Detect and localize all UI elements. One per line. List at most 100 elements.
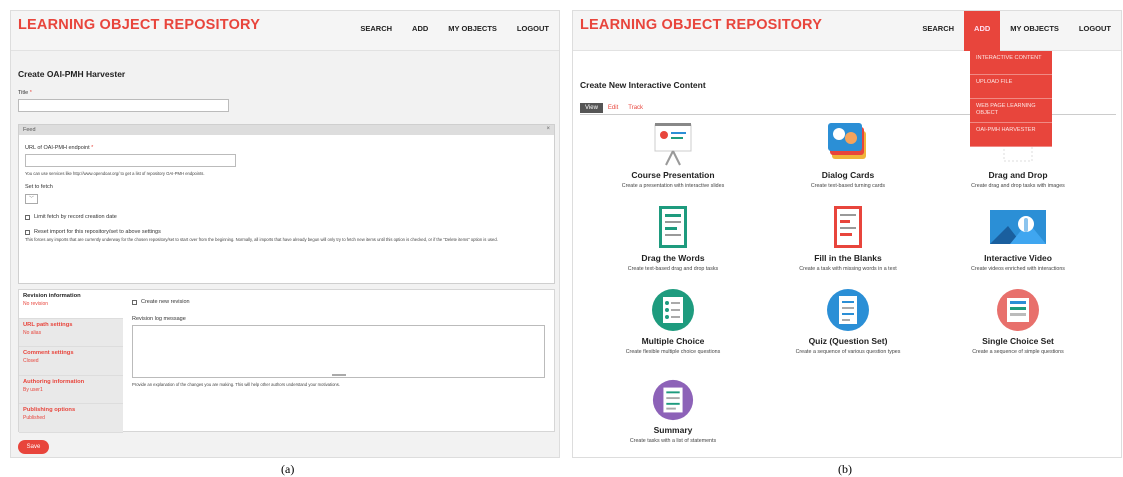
nav-my-objects[interactable]: MY OBJECTS [438, 11, 507, 51]
page-title: Create OAI-PMH Harvester [18, 69, 126, 79]
card-desc: Create drag and drop tasks with images [971, 183, 1065, 189]
card-name: Dialog Cards [821, 170, 875, 180]
fill-in-blanks-icon [834, 206, 862, 248]
menu-item-interactive-content[interactable]: INTERACTIVE CONTENT [970, 51, 1052, 75]
vertical-tabs-container: Revision information No revision URL pat… [18, 289, 555, 433]
menu-item-upload-file[interactable]: UPLOAD FILE [970, 75, 1052, 99]
create-revision-label: Create new revision [141, 299, 190, 305]
save-button[interactable]: Save [18, 440, 49, 454]
vtab-summary: Published [23, 415, 45, 421]
url-help: You can use services like http://www.ope… [25, 171, 205, 176]
nav-logout[interactable]: LOGOUT [507, 11, 559, 51]
menu-item-web-page-learning-object[interactable]: WEB PAGE LEARNING OBJECT [970, 99, 1052, 123]
nav-add[interactable]: ADD [402, 11, 438, 51]
card-name: Drag and Drop [988, 170, 1048, 180]
nav-my-objects[interactable]: MY OBJECTS [1000, 11, 1069, 51]
required-mark: * [91, 145, 94, 151]
card-desc: Create a task with missing words in a te… [799, 266, 897, 272]
caption-a: (a) [281, 462, 295, 476]
vtab-authoring-information[interactable]: Authoring information By user1 [19, 376, 123, 404]
content-type-card[interactable]: Interactive Video Create videos enriched… [928, 204, 1108, 272]
single-choice-set-icon [997, 289, 1039, 331]
page-title: Create New Interactive Content [580, 80, 706, 90]
resize-grip-icon[interactable] [332, 374, 346, 376]
main-nav: SEARCH ADD MY OBJECTS LOGOUT [350, 11, 559, 51]
tab-edit[interactable]: Edit [603, 103, 623, 113]
tab-view[interactable]: View [580, 103, 603, 113]
content-type-card[interactable]: Course Presentation Create a presentatio… [583, 121, 763, 189]
feed-header[interactable]: Feed × [19, 125, 554, 135]
set-label: Set to fetch [25, 184, 53, 190]
card-name: Interactive Video [984, 253, 1052, 263]
card-desc: Create text-based turning cards [810, 183, 886, 189]
vtab-title: Revision information [23, 293, 81, 299]
panel-create-harvester: LEARNING OBJECT REPOSITORY SEARCH ADD MY… [10, 10, 560, 458]
nav-search[interactable]: SEARCH [350, 11, 402, 51]
card-name: Drag the Words [641, 253, 705, 263]
content-tabs: View Edit Track [580, 103, 648, 113]
content-type-card[interactable]: Drag the Words Create text-based drag an… [583, 204, 763, 272]
site-logo[interactable]: LEARNING OBJECT REPOSITORY [18, 17, 260, 33]
close-icon[interactable]: × [546, 126, 550, 132]
vtab-summary: By user1 [23, 386, 43, 393]
add-dropdown-menu: INTERACTIVE CONTENT UPLOAD FILE WEB PAGE… [970, 51, 1052, 147]
nav-logout[interactable]: LOGOUT [1069, 11, 1121, 51]
nav-add[interactable]: ADD [964, 11, 1001, 51]
vertical-tabs: Revision information No revision URL pat… [19, 290, 123, 433]
dialog-cards-icon [828, 123, 866, 159]
required-mark: * [29, 90, 32, 96]
site-logo[interactable]: LEARNING OBJECT REPOSITORY [580, 17, 822, 33]
vtab-revision-information[interactable]: Revision information No revision [19, 290, 123, 319]
title-label-text: Title [18, 90, 29, 96]
card-desc: Create videos enriched with interactions [971, 266, 1065, 272]
card-desc: Create a sequence of simple questions [972, 349, 1064, 355]
content-type-card[interactable]: Quiz (Question Set) Create a sequence of… [758, 287, 938, 355]
content-type-card[interactable]: Summary Create tasks with a list of stat… [583, 378, 763, 444]
card-name: Quiz (Question Set) [808, 336, 888, 346]
drag-the-words-icon [659, 206, 687, 248]
content-type-card[interactable]: Dialog Cards Create text-based turning c… [758, 121, 938, 189]
quiz-icon [827, 289, 869, 331]
multiple-choice-icon [652, 289, 694, 331]
vtab-comment-settings[interactable]: Comment settings Closed [19, 347, 123, 376]
tab-track[interactable]: Track [623, 103, 648, 113]
top-bar: LEARNING OBJECT REPOSITORY SEARCH ADD MY… [573, 11, 1121, 51]
limit-checkbox[interactable] [25, 215, 30, 220]
card-desc: Create a sequence of various question ty… [795, 349, 901, 355]
card-desc: Create flexible multiple choice question… [625, 349, 721, 355]
card-desc: Create text-based drag and drop tasks [627, 266, 719, 272]
feed-fieldset: Feed × URL of OAI-PMH endpoint * You can… [18, 124, 555, 284]
interactive-video-icon [990, 210, 1046, 244]
menu-item-oai-pmh-harvester[interactable]: OAI-PMH HARVESTER [970, 123, 1052, 147]
vtab-title: Authoring information [23, 378, 85, 385]
url-input[interactable] [25, 154, 236, 167]
panel-create-content: LEARNING OBJECT REPOSITORY SEARCH ADD MY… [572, 10, 1122, 458]
create-revision-checkbox[interactable] [132, 300, 137, 305]
title-input[interactable] [18, 99, 229, 112]
vtab-title: URL path settings [23, 321, 73, 328]
card-name: Summary [653, 425, 693, 435]
card-name: Multiple Choice [641, 336, 705, 346]
feed-header-label: Feed [23, 127, 36, 133]
reset-checkbox[interactable] [25, 230, 30, 235]
presentation-icon [654, 123, 692, 166]
revision-log-help: Provide an explanation of the changes yo… [132, 382, 341, 387]
vtab-title: Publishing options [23, 407, 76, 413]
vtab-url-path-settings[interactable]: URL path settings No alias [19, 319, 123, 347]
vtab-summary: No revision [23, 301, 49, 307]
main-nav: SEARCH ADD MY OBJECTS LOGOUT [912, 11, 1121, 51]
vtab-publishing-options[interactable]: Publishing options Published [19, 404, 123, 433]
vtab-title: Comment settings [23, 350, 74, 356]
card-desc: Create a presentation with interactive s… [621, 183, 725, 189]
card-name: Course Presentation [631, 170, 715, 180]
content-type-card[interactable]: Fill in the Blanks Create a task with mi… [758, 204, 938, 272]
content-type-card[interactable]: Multiple Choice Create flexible multiple… [583, 287, 763, 355]
set-select[interactable]: ﹀ [25, 194, 38, 204]
summary-icon [652, 379, 694, 421]
revision-log-textarea[interactable] [132, 325, 545, 378]
content-type-card[interactable]: Single Choice Set Create a sequence of s… [928, 287, 1108, 355]
nav-search[interactable]: SEARCH [912, 11, 964, 51]
url-label: URL of OAI-PMH endpoint * [25, 145, 93, 151]
card-name: Single Choice Set [982, 336, 1054, 346]
reset-help: This forces any imports that are current… [25, 237, 498, 242]
